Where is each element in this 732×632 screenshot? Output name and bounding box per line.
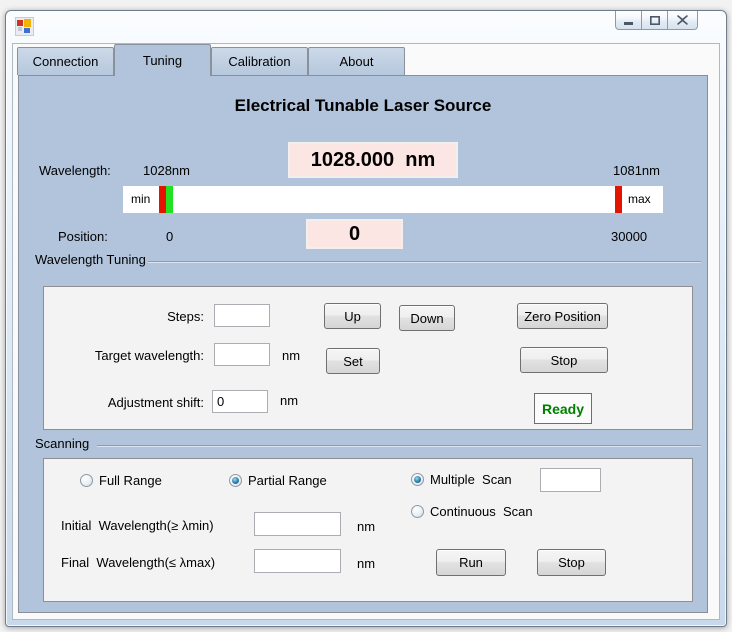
tab-tuning[interactable]: Tuning <box>114 44 211 76</box>
tuning-stop-button[interactable]: Stop <box>520 347 608 373</box>
wavelength-min-label: 1028nm <box>143 163 190 178</box>
tuning-tab-page: Electrical Tunable Laser Source Waveleng… <box>18 75 708 613</box>
page-title: Electrical Tunable Laser Source <box>19 96 707 116</box>
steps-label: Steps: <box>84 309 204 324</box>
tuning-section-title: Wavelength Tuning <box>35 252 146 267</box>
maximize-button[interactable] <box>641 11 668 30</box>
app-window: Connection Tuning Calibration About Elec… <box>5 10 727 627</box>
steps-input[interactable] <box>214 304 270 327</box>
down-button[interactable]: Down <box>399 305 455 331</box>
radio-partial-range[interactable]: Partial Range <box>229 473 327 488</box>
final-wavelength-label: Final Wavelength(≤ λmax) <box>61 555 215 570</box>
tab-label: Connection <box>33 54 99 69</box>
zero-position-button[interactable]: Zero Position <box>517 303 608 329</box>
radio-icon <box>411 473 424 486</box>
radio-full-range[interactable]: Full Range <box>80 473 162 488</box>
radio-icon <box>411 505 424 518</box>
scanning-section-title: Scanning <box>35 436 89 451</box>
tab-connection[interactable]: Connection <box>17 47 114 75</box>
final-unit-label: nm <box>357 556 375 571</box>
tab-label: Calibration <box>228 54 290 69</box>
radio-label: Full Range <box>99 473 162 488</box>
wavelength-display[interactable]: 1028.000 nm <box>288 142 458 178</box>
tab-calibration[interactable]: Calibration <box>211 47 308 75</box>
form-client-area: Connection Tuning Calibration About Elec… <box>12 43 720 620</box>
app-icon-red-square <box>17 20 23 26</box>
target-wavelength-label: Target wavelength: <box>64 348 204 363</box>
minimize-button[interactable] <box>615 11 642 30</box>
radio-label: Partial Range <box>248 473 327 488</box>
app-icon-gray-square <box>18 27 22 31</box>
set-button[interactable]: Set <box>326 348 380 374</box>
app-icon-blue-square <box>24 28 30 33</box>
slider-max-text: max <box>628 192 651 206</box>
final-wavelength-input[interactable] <box>254 549 341 573</box>
target-wavelength-input[interactable] <box>214 343 270 366</box>
tab-about[interactable]: About <box>308 47 405 75</box>
current-position-marker <box>166 186 173 213</box>
close-button[interactable] <box>667 11 698 30</box>
status-badge: Ready <box>534 393 592 424</box>
app-icon-yellow-square <box>24 19 31 27</box>
initial-wavelength-label: Initial Wavelength(≥ λmin) <box>61 518 214 533</box>
screen: Connection Tuning Calibration About Elec… <box>0 0 732 632</box>
radio-label: Continuous Scan <box>430 504 533 519</box>
multiple-scan-count-input[interactable] <box>540 468 601 492</box>
radio-continuous-scan[interactable]: Continuous Scan <box>411 504 533 519</box>
position-min-label: 0 <box>166 229 173 244</box>
adjustment-shift-label: Adjustment shift: <box>64 395 204 410</box>
caption-buttons <box>616 11 698 30</box>
tuning-panel: Steps: Up Down Zero Position Target wave… <box>43 286 693 430</box>
radio-icon <box>80 474 93 487</box>
scanning-stop-button[interactable]: Stop <box>537 549 606 576</box>
position-slider-track: min max <box>123 186 663 213</box>
initial-unit-label: nm <box>357 519 375 534</box>
tuning-section-line <box>148 261 701 263</box>
radio-icon <box>229 474 242 487</box>
position-max-label: 30000 <box>611 229 647 244</box>
maximize-icon <box>650 16 660 25</box>
slider-min-text: min <box>131 192 150 206</box>
scanning-section-line <box>97 445 701 447</box>
radio-label: Multiple Scan <box>430 472 512 487</box>
adjustment-unit-label: nm <box>280 393 298 408</box>
wavelength-max-label: 1081nm <box>613 163 660 178</box>
tab-label: About <box>340 54 374 69</box>
position-label: Position: <box>58 229 108 244</box>
run-button[interactable]: Run <box>436 549 506 576</box>
max-limit-marker <box>615 186 622 213</box>
close-icon <box>677 15 688 25</box>
scanning-panel: Full Range Partial Range Multiple Scan C… <box>43 458 693 602</box>
radio-multiple-scan[interactable]: Multiple Scan <box>411 472 512 487</box>
target-unit-label: nm <box>282 348 300 363</box>
wavelength-label: Wavelength: <box>39 163 111 178</box>
adjustment-shift-input[interactable] <box>212 390 268 413</box>
position-display[interactable]: 0 <box>306 219 403 249</box>
minimize-icon <box>624 16 633 25</box>
tab-label: Tuning <box>143 53 182 68</box>
up-button[interactable]: Up <box>324 303 381 329</box>
app-icon <box>15 17 34 36</box>
initial-wavelength-input[interactable] <box>254 512 341 536</box>
min-limit-marker <box>159 186 166 213</box>
